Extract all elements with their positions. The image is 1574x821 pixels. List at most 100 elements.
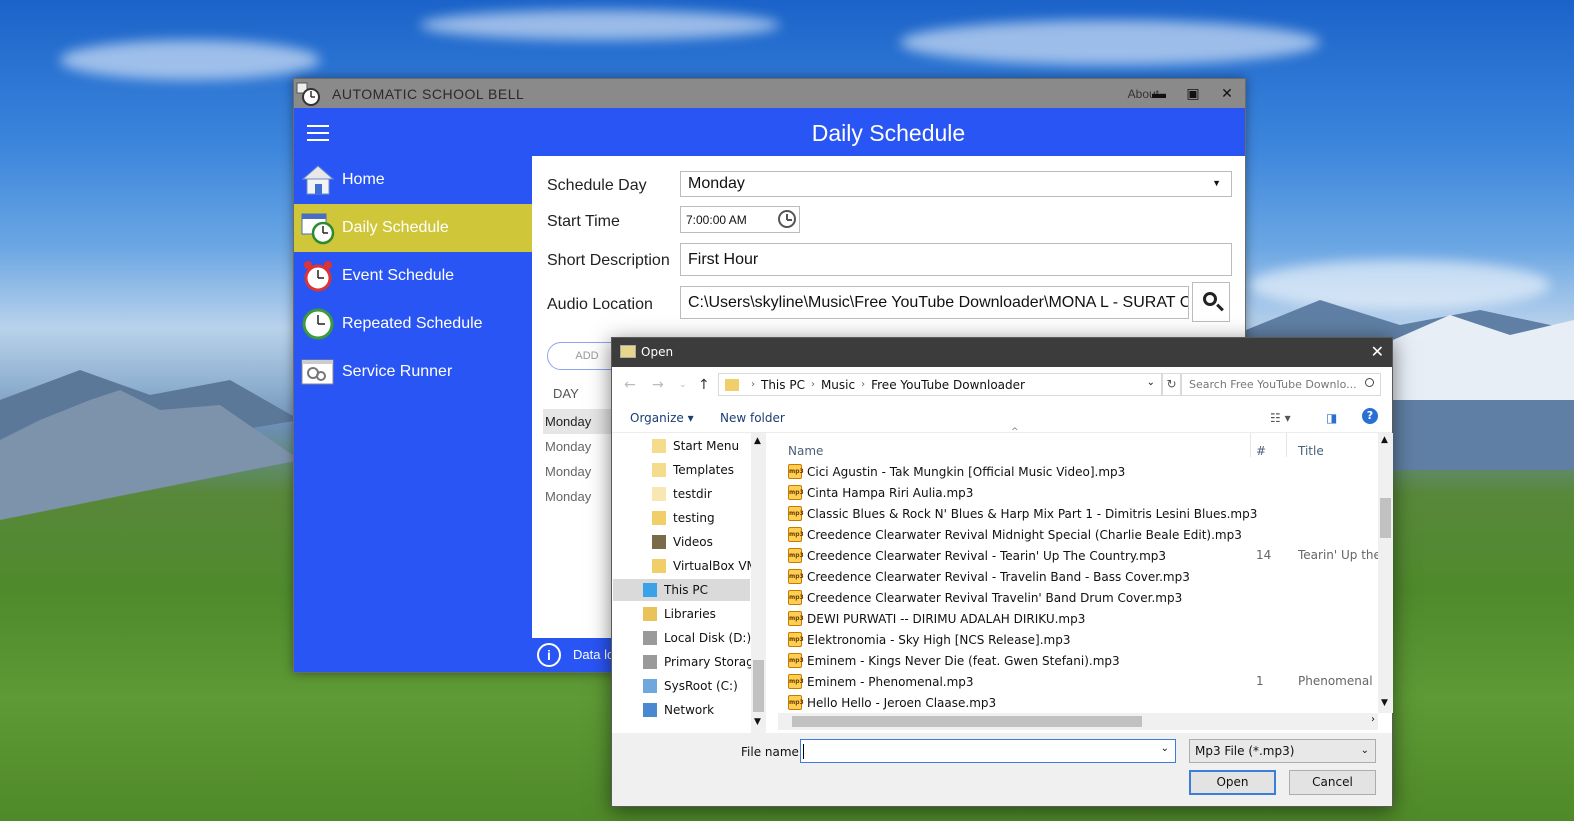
list-item[interactable]: mp3 Creedence Clearwater Revival Midnight… (788, 524, 1242, 545)
tree-item-network[interactable]: Network (643, 699, 714, 721)
list-item[interactable]: mp3 Hello Hello - Jeroen Claase.mp3 (788, 692, 996, 713)
libraries-icon (643, 607, 657, 621)
scrollbar-thumb[interactable] (753, 660, 764, 712)
tree-item-virtualbox-vms[interactable]: VirtualBox VMs (652, 555, 763, 577)
app-titlebar: AUTOMATIC SCHOOL BELL About ▬ ▣ ✕ (294, 79, 1245, 108)
folder-icon (652, 559, 666, 573)
list-item[interactable]: mp3 DEWI PURWATI -- DIRIMU ADALAH DIRIKU.… (788, 608, 1085, 629)
scroll-down-icon[interactable]: ▼ (754, 717, 761, 727)
column-header-name[interactable]: Name (788, 444, 823, 458)
chevron-down-icon[interactable]: ⌄ (1147, 377, 1155, 388)
mp3-file-icon: mp3 (788, 632, 804, 647)
file-type-value: Mp3 File (*.mp3) (1195, 744, 1295, 758)
sidebar-item-service-runner[interactable]: Service Runner (294, 348, 532, 396)
list-item[interactable]: mp3 Creedence Clearwater Revival - Travel… (788, 566, 1190, 587)
short-description-input[interactable]: First Hour (680, 243, 1232, 276)
sidebar-item-repeated-schedule[interactable]: Repeated Schedule (294, 300, 532, 348)
scrollbar-thumb[interactable] (792, 716, 1142, 727)
mp3-file-icon: mp3 (788, 674, 804, 689)
scroll-down-icon[interactable]: ▼ (1381, 698, 1388, 708)
mp3-file-icon: mp3 (788, 569, 804, 584)
tree-item-start-menu[interactable]: Start Menu (652, 435, 739, 457)
scroll-up-icon[interactable]: ▲ (1381, 435, 1388, 445)
tree-item-this-pc[interactable]: This PC (613, 579, 750, 601)
tree-item-local-disk-d[interactable]: Local Disk (D:) (643, 627, 751, 649)
breadcrumb-free-youtube-downloader[interactable]: Free YouTube Downloader (871, 378, 1025, 392)
scroll-up-icon[interactable]: ▲ (754, 436, 761, 446)
mp3-file-icon: mp3 (788, 527, 804, 542)
mp3-file-icon: mp3 (788, 611, 804, 626)
browse-audio-button[interactable] (1192, 282, 1230, 322)
refresh-icon[interactable]: ↻ (1162, 373, 1181, 396)
open-button[interactable]: Open (1189, 770, 1276, 795)
chevron-down-icon[interactable]: ⌄ (1161, 743, 1169, 754)
scroll-right-icon[interactable]: › (1371, 714, 1375, 725)
close-icon[interactable]: ✕ (1371, 342, 1384, 361)
tree-item-primary-storage[interactable]: Primary Storage (643, 651, 761, 673)
horizontal-scrollbar[interactable]: › (778, 713, 1378, 730)
tree-item-videos[interactable]: Videos (652, 531, 713, 553)
search-input[interactable]: Search Free YouTube Downlo... (1181, 373, 1381, 396)
tree-scrollbar[interactable]: ▲ ▼ (751, 433, 766, 733)
table-row[interactable]: Monday (543, 434, 613, 459)
list-item[interactable]: mp3 Cinta Hampa Riri Aulia.mp3 (788, 482, 973, 503)
view-options-icon[interactable]: ☷ ▾ (1270, 411, 1291, 425)
schedule-day-select[interactable]: Monday ▼ (680, 171, 1232, 197)
recent-chevron-icon[interactable]: ⌄ (679, 380, 687, 390)
column-header-number[interactable]: # (1256, 444, 1266, 458)
table-row[interactable]: Monday (543, 409, 613, 434)
minimize-icon[interactable]: ▬ (1149, 83, 1169, 103)
mp3-file-icon: mp3 (788, 653, 804, 668)
mp3-file-icon: mp3 (788, 590, 804, 605)
tree-item-libraries[interactable]: Libraries (643, 603, 716, 625)
list-item[interactable]: mp3 Eminem - Kings Never Die (feat. Gwen … (788, 650, 1120, 671)
tree-item-label: VirtualBox VMs (673, 559, 764, 573)
breadcrumb-music[interactable]: Music (821, 378, 855, 392)
sort-ascending-icon: ^ (1011, 427, 1019, 437)
organize-label: Organize (630, 411, 684, 425)
file-type-select[interactable]: Mp3 File (*.mp3) ⌄ (1189, 739, 1376, 763)
tree-item-templates[interactable]: Templates (652, 459, 734, 481)
maximize-icon[interactable]: ▣ (1183, 83, 1203, 103)
tree-item-sysroot-c[interactable]: SysRoot (C:) (643, 675, 738, 697)
list-item[interactable]: mp3 Elektronomia - Sky High [NCS Release]… (788, 629, 1071, 650)
network-icon (643, 703, 657, 717)
list-item[interactable]: mp3 Eminem - Phenomenal.mp3 (788, 671, 974, 692)
sidebar-item-daily-schedule[interactable]: Daily Schedule (294, 204, 532, 252)
clock-icon[interactable] (778, 210, 796, 228)
cancel-button[interactable]: Cancel (1289, 770, 1376, 795)
file-name-input[interactable]: ⌄ (800, 739, 1176, 763)
file-name: Hello Hello - Jeroen Claase.mp3 (807, 695, 997, 710)
forward-arrow-icon[interactable]: → (652, 377, 664, 393)
tree-item-testdir[interactable]: testdir (652, 483, 712, 505)
table-row[interactable]: Monday (543, 484, 613, 509)
table-row[interactable]: Monday (543, 459, 613, 484)
breadcrumb-this-pc[interactable]: This PC (761, 378, 805, 392)
close-icon[interactable]: ✕ (1217, 83, 1237, 103)
file-list-scrollbar[interactable]: ▲ ▼ (1378, 433, 1393, 713)
sidebar-item-event-schedule[interactable]: Event Schedule (294, 252, 532, 300)
list-item[interactable]: mp3 Creedence Clearwater Revival Travelin… (788, 587, 1182, 608)
tree-item-testing[interactable]: testing (652, 507, 715, 529)
list-item[interactable]: mp3 Creedence Clearwater Revival - Tearin… (788, 545, 1166, 566)
page-title: Daily Schedule (811, 120, 966, 146)
start-time-picker[interactable]: 7:00:00 AM (680, 206, 800, 233)
preview-pane-icon[interactable]: ◨ (1326, 411, 1337, 425)
list-item[interactable]: mp3 Cici Agustin - Tak Mungkin [Official … (788, 461, 1125, 482)
dialog-title: Open (641, 345, 674, 359)
mp3-file-icon: mp3 (788, 485, 804, 500)
organize-button[interactable]: Organize ▾ (630, 411, 694, 425)
up-arrow-icon[interactable]: ↑ (698, 377, 710, 393)
sidebar-item-home[interactable]: Home (294, 156, 532, 204)
scrollbar-thumb[interactable] (1380, 498, 1391, 538)
list-item[interactable]: mp3 Classic Blues & Rock N' Blues & Harp … (788, 503, 1257, 524)
audio-location-input[interactable]: C:\Users\skyline\Music\Free YouTube Down… (680, 286, 1189, 319)
alarm-clock-icon (301, 259, 335, 293)
new-folder-button[interactable]: New folder (720, 411, 785, 425)
back-arrow-icon[interactable]: ← (624, 377, 636, 393)
breadcrumb[interactable]: › This PC › Music › Free YouTube Downloa… (718, 373, 1162, 396)
help-icon[interactable]: ? (1362, 408, 1378, 424)
column-header-title[interactable]: Title (1298, 444, 1324, 458)
mp3-file-icon: mp3 (788, 464, 804, 479)
status-text: Data lo (573, 647, 615, 662)
